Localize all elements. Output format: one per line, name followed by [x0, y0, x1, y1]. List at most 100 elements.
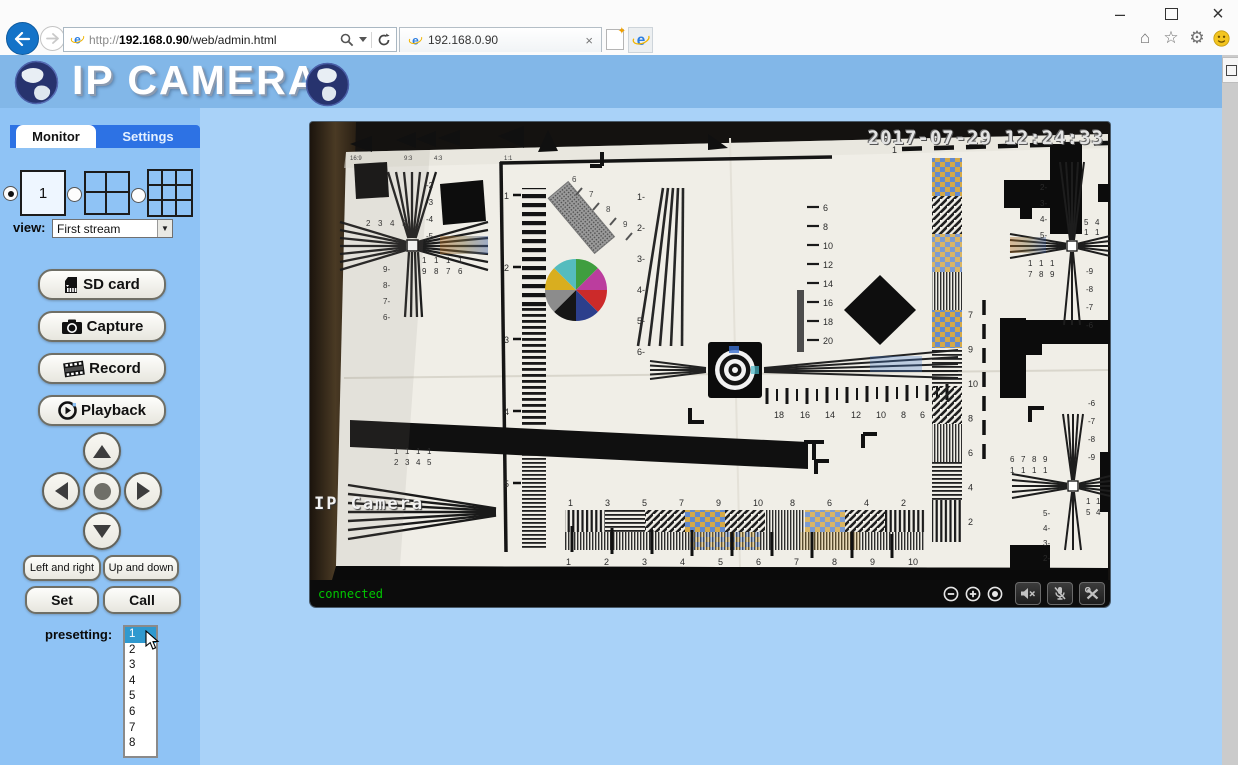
svg-text:-9: -9 — [1088, 453, 1096, 462]
svg-text:6: 6 — [572, 175, 577, 184]
forward-arrow-icon — [46, 33, 59, 44]
call-button[interactable]: Call — [103, 586, 181, 614]
svg-text:-8: -8 — [1088, 435, 1096, 444]
svg-text:5-: 5- — [1040, 231, 1047, 240]
set-button[interactable]: Set — [25, 586, 99, 614]
vertical-pattern-column — [932, 158, 962, 542]
mute-speaker-button[interactable] — [1015, 582, 1041, 605]
maximize-button[interactable] — [1156, 4, 1186, 24]
preset-option-2[interactable]: 2 — [125, 643, 156, 659]
zoom-in-icon[interactable] — [964, 585, 981, 602]
ptz-up-button[interactable] — [83, 432, 121, 470]
tab-monitor[interactable]: Monitor — [16, 125, 96, 148]
svg-text:4: 4 — [1096, 508, 1101, 517]
svg-text:1: 1 — [434, 256, 439, 265]
svg-text:1: 1 — [1043, 466, 1048, 475]
left-arrow-icon — [54, 482, 68, 500]
up-down-scan-button[interactable]: Up and down — [103, 555, 179, 581]
globe-icon — [14, 60, 59, 105]
search-dropdown-caret[interactable] — [359, 37, 367, 42]
svg-text:5-: 5- — [637, 316, 645, 326]
ptz-center-button[interactable] — [83, 472, 121, 510]
layout-quad-box[interactable] — [84, 171, 130, 215]
tab-close-button[interactable]: × — [585, 33, 601, 48]
maximize-icon — [1164, 8, 1178, 20]
page-header: IP CAMERA — [0, 55, 1222, 108]
preset-option-3[interactable]: 3 — [125, 658, 156, 674]
record-button[interactable]: Record — [38, 353, 166, 384]
preset-option-7[interactable]: 7 — [125, 721, 156, 737]
layout-single-box[interactable]: 1 — [20, 170, 66, 216]
radio-view-single[interactable] — [3, 186, 18, 201]
stream-select[interactable]: First stream ▼ — [52, 219, 173, 238]
svg-text:1: 1 — [422, 256, 427, 265]
home-icon[interactable]: ⌂ — [1134, 28, 1156, 48]
new-tab-button[interactable]: ✦ — [606, 26, 626, 50]
address-bar[interactable]: e http://192.168.0.90/web/admin.html — [63, 27, 397, 52]
down-arrow-icon — [93, 524, 111, 538]
radio-view-quad[interactable] — [67, 187, 82, 202]
stream-select-value: First stream — [57, 221, 121, 236]
left-right-scan-button[interactable]: Left and right — [23, 555, 101, 581]
minimize-button[interactable]: – — [1105, 4, 1135, 24]
svg-text:8: 8 — [823, 222, 828, 232]
svg-text:14: 14 — [825, 410, 835, 420]
playback-button[interactable]: Playback — [38, 395, 166, 426]
scrollbar-top-button[interactable] — [1222, 57, 1238, 83]
presetting-listbox[interactable]: 1 2 3 4 5 6 7 8 — [123, 625, 158, 758]
svg-text:10: 10 — [823, 241, 833, 251]
settings-gear-icon[interactable]: ⚙ — [1186, 28, 1208, 48]
live-video-stream[interactable]: 16:9 9:3 4:3 1:1 1 2 3 4 5 -2 -3 -4 -5 9… — [310, 122, 1110, 580]
ptz-down-button[interactable] — [83, 512, 121, 550]
radio-view-nine[interactable] — [131, 188, 146, 203]
svg-text:9: 9 — [870, 557, 875, 567]
new-tab-sparkle-icon: ✦ — [617, 26, 626, 37]
layout-nine-box[interactable] — [147, 169, 193, 217]
svg-text:-8: -8 — [1086, 285, 1094, 294]
ptz-left-button[interactable] — [42, 472, 80, 510]
forward-button[interactable] — [40, 26, 65, 51]
favorites-star-icon[interactable]: ☆ — [1160, 28, 1182, 48]
tab-settings[interactable]: Settings — [96, 125, 200, 148]
divider — [371, 31, 372, 48]
preset-option-4[interactable]: 4 — [125, 674, 156, 690]
preset-option-5[interactable]: 5 — [125, 689, 156, 705]
settings-tools-button[interactable] — [1079, 582, 1105, 605]
svg-text:5: 5 — [718, 557, 723, 567]
svg-text:2-: 2- — [1040, 183, 1047, 192]
preset-option-8[interactable]: 8 — [125, 736, 156, 752]
browser-tab[interactable]: e 192.168.0.90 × — [399, 27, 602, 52]
page-scrollbar[interactable] — [1222, 55, 1238, 765]
svg-text:6: 6 — [823, 203, 828, 213]
feedback-smiley-icon[interactable] — [1210, 28, 1232, 48]
svg-text:3-: 3- — [1043, 539, 1050, 548]
ie-suggested-sites-button[interactable]: e — [628, 27, 653, 53]
svg-text:3-: 3- — [1040, 199, 1047, 208]
svg-text:1: 1 — [446, 256, 451, 265]
capture-button[interactable]: Capture — [38, 311, 166, 342]
svg-text:6: 6 — [756, 557, 761, 567]
color-wheel — [545, 259, 607, 321]
ptz-right-button[interactable] — [124, 472, 162, 510]
svg-text:1: 1 — [458, 256, 463, 265]
refresh-icon[interactable] — [376, 32, 392, 48]
sd-card-button[interactable]: SD card — [38, 269, 166, 300]
up-arrow-icon — [93, 444, 111, 458]
back-button[interactable] — [6, 22, 39, 55]
scrollbar-glyph — [1225, 64, 1237, 76]
speaker-muted-icon — [1021, 588, 1036, 599]
search-icon[interactable] — [339, 32, 355, 48]
svg-text:1: 1 — [1086, 497, 1091, 506]
preset-option-6[interactable]: 6 — [125, 705, 156, 721]
close-button[interactable]: × — [1203, 3, 1233, 25]
svg-text:7: 7 — [1021, 455, 1026, 464]
svg-text:2: 2 — [901, 498, 906, 508]
preset-option-1[interactable]: 1 — [125, 627, 156, 643]
svg-text:-7: -7 — [1086, 303, 1094, 312]
microphone-button[interactable] — [1047, 582, 1073, 605]
ie-window: { "colors": { "header_bg": "#82b7e8", "s… — [0, 0, 1238, 765]
zoom-out-icon[interactable] — [942, 585, 959, 602]
svg-text:1: 1 — [1084, 228, 1089, 237]
focus-icon[interactable] — [986, 585, 1003, 602]
svg-text:5: 5 — [1086, 508, 1091, 517]
